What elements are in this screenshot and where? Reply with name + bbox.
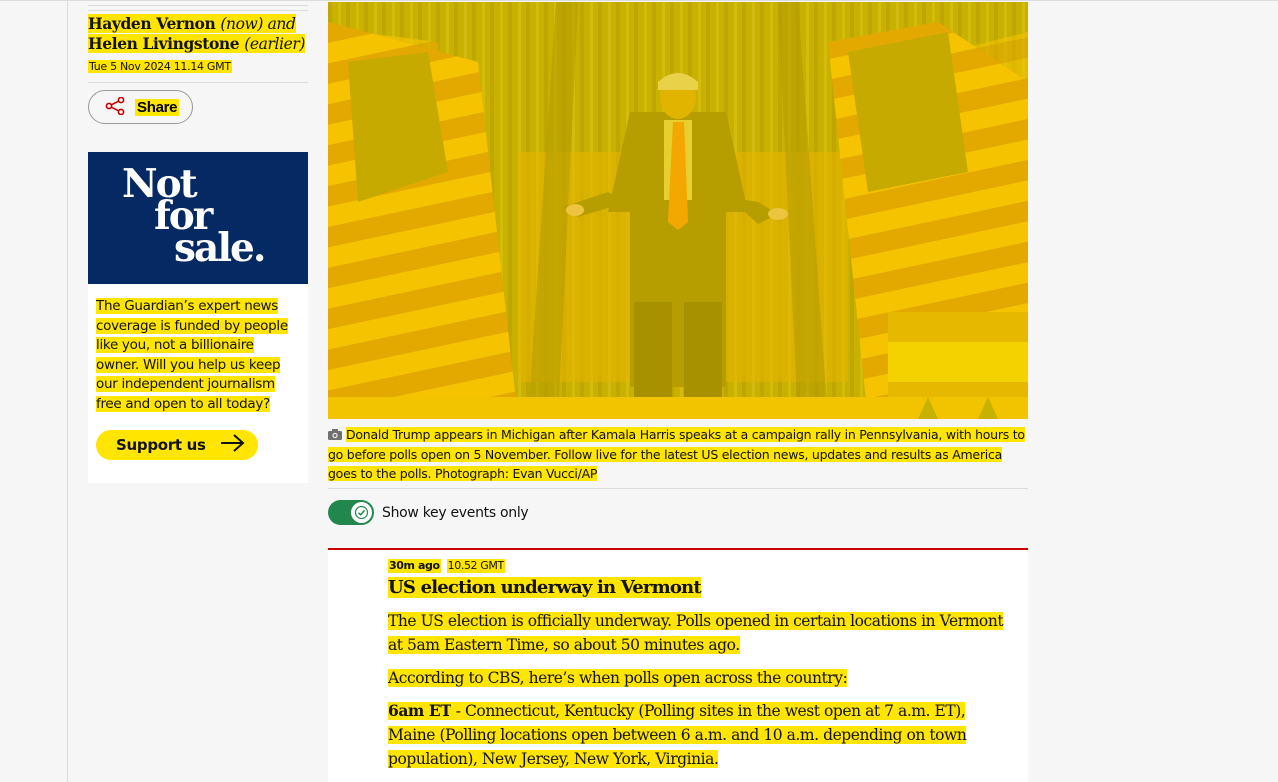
poll-states: - Connecticut, Kentucky (Polling sites i… <box>388 702 967 768</box>
key-events-toggle[interactable] <box>328 500 374 525</box>
block-timestamp: 30m ago 10.52 GMT <box>388 559 1008 573</box>
share-button[interactable]: Share <box>88 90 193 124</box>
hero-image[interactable] <box>328 2 1028 419</box>
liveblog-page: Hayden Vernon (now) and Helen Livingston… <box>0 0 1278 782</box>
not-for-sale-banner: Not for sale. <box>88 152 308 284</box>
block-paragraph: According to CBS, here’s when polls open… <box>388 669 848 687</box>
caption-divider <box>328 488 1028 489</box>
key-events-label: Show key events only <box>382 504 529 521</box>
camera-icon <box>328 426 342 445</box>
hero-caption: Donald Trump appears in Michigan after K… <box>328 425 1028 483</box>
key-events-filter: Show key events only <box>328 500 529 525</box>
meta-divider <box>88 82 308 83</box>
live-block: 30m ago 10.52 GMT US election underway i… <box>328 548 1028 782</box>
block-paragraph: The US election is officially underway. … <box>388 612 1004 654</box>
author-link-now[interactable]: Hayden Vernon <box>88 14 216 33</box>
article-meta: Hayden Vernon (now) and Helen Livingston… <box>88 1 308 124</box>
live-block-content: 30m ago 10.52 GMT US election underway i… <box>388 559 1008 771</box>
poll-schedule-item: 6am ET - Connecticut, Kentucky (Polling … <box>388 699 1008 771</box>
byline: Hayden Vernon (now) and Helen Livingston… <box>88 14 308 54</box>
author-link-earlier[interactable]: Helen Livingstone <box>88 34 240 53</box>
dateline[interactable]: Tue 5 Nov 2024 11.14 GMT <box>88 60 308 74</box>
banner-line-3: sale. <box>174 225 266 271</box>
share-icon <box>105 96 125 118</box>
poll-time: 6am ET <box>388 701 452 720</box>
support-us-button[interactable]: Support us <box>96 430 258 460</box>
byline-earlier-tag: (earlier) <box>244 35 306 53</box>
arrow-right-icon <box>220 433 246 457</box>
left-column-divider <box>67 1 68 782</box>
absolute-time[interactable]: 10.52 GMT <box>446 559 505 573</box>
support-promo: Not for sale. The Guardian’s expert news… <box>88 152 308 483</box>
block-title: US election underway in Vermont <box>388 577 702 598</box>
meta-top-rules <box>88 5 308 11</box>
caption-text: Donald Trump appears in Michigan after K… <box>328 427 1025 481</box>
share-label: Share <box>135 98 180 116</box>
support-us-label: Support us <box>116 436 206 454</box>
relative-time[interactable]: 30m ago <box>388 559 441 573</box>
toggle-knob <box>351 502 372 523</box>
promo-body: The Guardian’s expert news coverage is f… <box>96 298 288 412</box>
hero-photo-illustration <box>328 2 1028 419</box>
check-icon <box>355 506 368 519</box>
byline-now-tag: (now) and <box>220 15 296 33</box>
